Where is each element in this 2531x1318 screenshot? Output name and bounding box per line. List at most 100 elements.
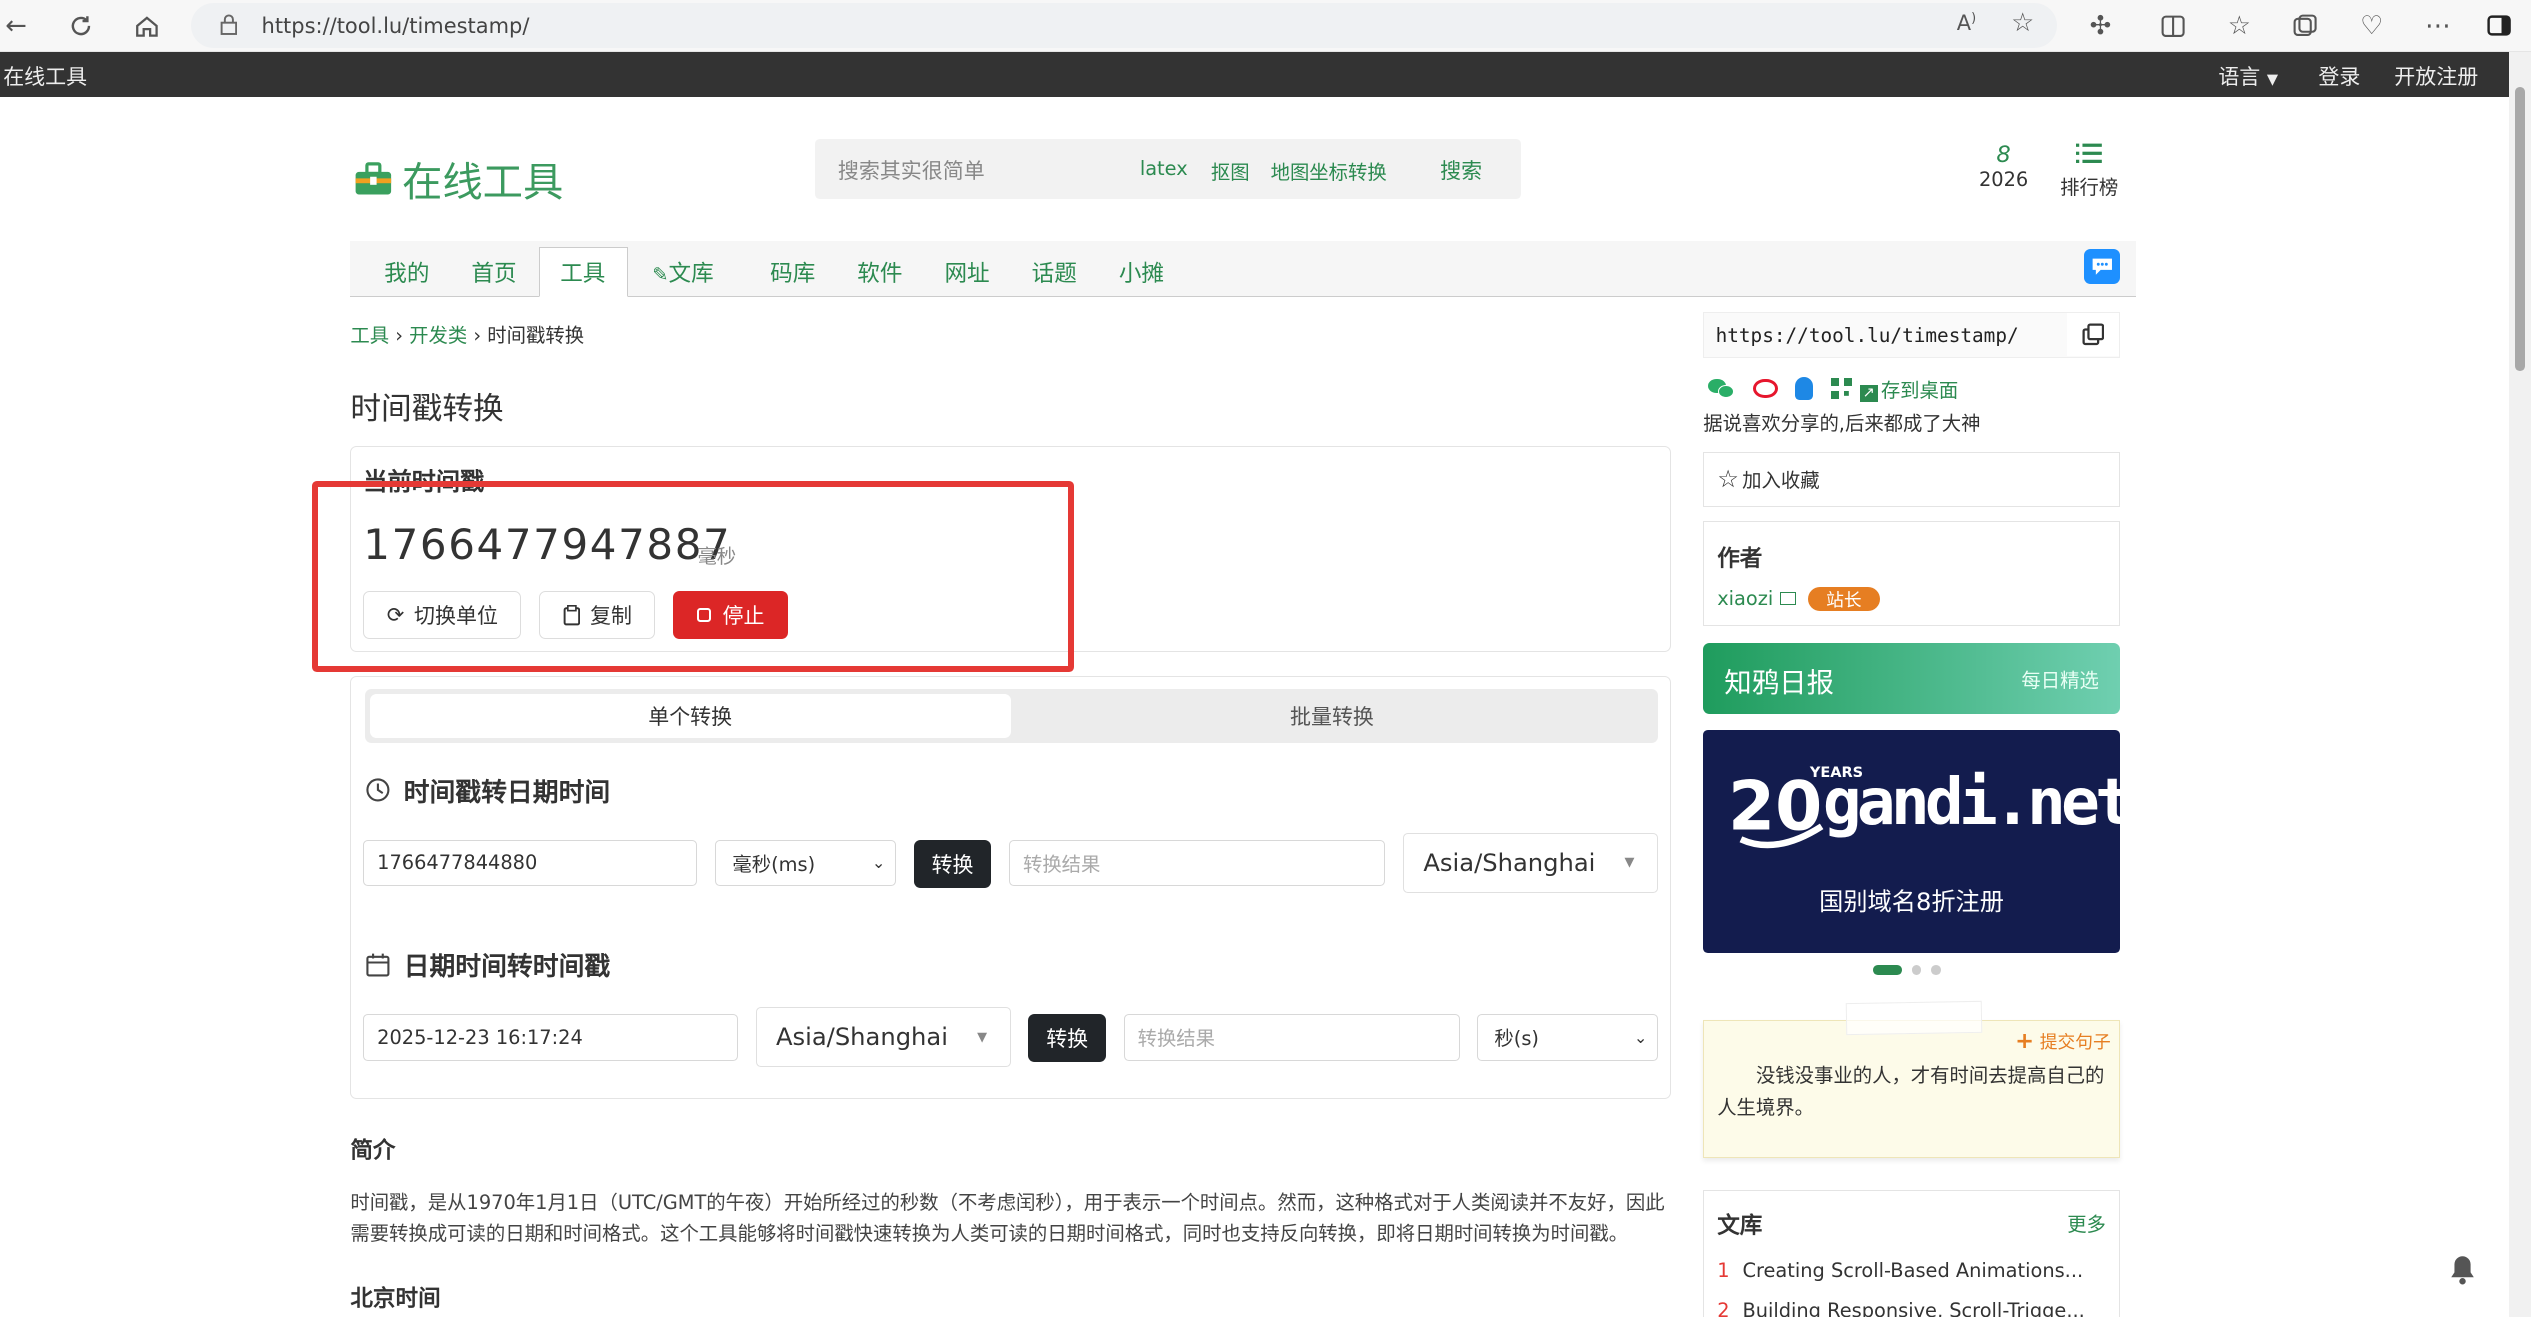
chat-icon[interactable] xyxy=(2084,248,2120,285)
date2ts-timezone-select[interactable]: Asia/Shanghai ▼ xyxy=(755,1007,1011,1068)
scrollbar-thumb[interactable] xyxy=(2515,87,2526,372)
search-button[interactable]: 搜索 xyxy=(1440,155,1482,185)
nav-tools[interactable]: 工具 xyxy=(560,255,605,288)
breadcrumb-tools[interactable]: 工具 xyxy=(350,324,389,347)
stop-button[interactable]: 停止 xyxy=(673,590,788,640)
beijing-title: 北京时间 xyxy=(350,1286,441,1313)
extensions-icon[interactable]: ✣ xyxy=(2078,3,2123,48)
carousel-dot[interactable] xyxy=(1930,965,1941,976)
nav-topics[interactable]: 话题 xyxy=(1032,255,1077,288)
mail-icon xyxy=(1779,592,1796,605)
search-box[interactable]: 搜索其实很简单 latex 抠图 地图坐标转换 搜索 xyxy=(815,138,1521,199)
star-outline-icon: ☆ xyxy=(1717,465,1739,494)
performance-icon[interactable]: ♡ xyxy=(2349,3,2394,48)
chevron-down-icon: ⌄ xyxy=(871,853,886,873)
login-link[interactable]: 登录 xyxy=(2318,61,2360,91)
topbar-site-link[interactable]: 在线工具 xyxy=(3,61,87,91)
qrcode-icon[interactable] xyxy=(1830,378,1852,400)
year-widget[interactable]: 8 2026 xyxy=(1973,142,2034,191)
breadcrumb-sep: › xyxy=(395,323,403,347)
split-screen-icon[interactable] xyxy=(2151,3,2196,48)
breadcrumb-dev[interactable]: 开发类 xyxy=(409,324,467,347)
copy-url-icon[interactable] xyxy=(2067,312,2119,357)
share-url-box: https://tool.lu/timestamp/ xyxy=(1703,311,2120,359)
date2ts-convert-button[interactable]: 转换 xyxy=(1028,1013,1106,1063)
nav-mine[interactable]: 我的 xyxy=(384,255,429,288)
intro-text: 时间戳，是从1970年1月1日（UTC/GMT的午夜）开始所经过的秒数（不考虑闰… xyxy=(350,1188,1674,1249)
url-text: https://tool.lu/timestamp/ xyxy=(261,13,530,38)
site-topbar: 在线工具 语言 ▼ 登录 开放注册 xyxy=(0,51,2531,97)
register-link[interactable]: 开放注册 xyxy=(2394,61,2478,91)
carousel-dot-active[interactable] xyxy=(1872,965,1902,976)
daily-title: 知鸦日报 xyxy=(1724,668,1835,700)
breadcrumb-current: 时间戳转换 xyxy=(487,323,585,347)
refresh-icon[interactable] xyxy=(58,3,103,48)
ad-banner[interactable]: 20 YEARS gandi.net 国别域名8折注册 xyxy=(1703,729,2134,953)
library-box: 文库 更多 1 Creating Scroll-Based Animations.… xyxy=(1703,1189,2120,1318)
chevron-down-icon: ⌄ xyxy=(1633,1027,1648,1047)
search-tag-map[interactable]: 地图坐标转换 xyxy=(1271,157,1387,185)
search-tag-latex[interactable]: latex xyxy=(1140,157,1188,180)
wechat-icon[interactable] xyxy=(1708,377,1735,400)
sidebar-toggle-icon[interactable] xyxy=(2477,3,2522,48)
search-tag-cutout[interactable]: 抠图 xyxy=(1211,157,1250,185)
site-logo[interactable]: 在线工具 xyxy=(354,149,563,208)
switch-unit-button[interactable]: ⟳ 切换单位 xyxy=(363,590,522,640)
read-aloud-icon[interactable]: A) xyxy=(1957,11,1976,35)
library-item[interactable]: 1 Creating Scroll-Based Animations... xyxy=(1717,1259,2083,1282)
home-icon[interactable] xyxy=(124,3,169,48)
page-scrollbar[interactable] xyxy=(2508,51,2531,1318)
nav-library[interactable]: ✎文库 xyxy=(652,255,713,288)
calendar-8-icon: 8 xyxy=(1996,142,2011,169)
favorites-icon[interactable]: ☆ xyxy=(2217,3,2262,48)
favorite-star-icon[interactable]: ☆ xyxy=(2011,8,2034,38)
notification-bell-icon[interactable] xyxy=(2448,1253,2477,1285)
library-more-link[interactable]: 更多 xyxy=(2067,1209,2106,1237)
timestamp-input[interactable]: 1766477844880 xyxy=(363,839,698,887)
quote-card: + 提交句子 没钱没事业的人，才有时间去提高自己的人生境界。 xyxy=(1703,1000,2120,1158)
nav-sites[interactable]: 网址 xyxy=(944,255,989,288)
tab-single[interactable]: 单个转换 xyxy=(369,694,1011,738)
caret-down-icon: ▼ xyxy=(2266,72,2279,89)
ad-brand: gandi.net xyxy=(1822,765,2134,841)
date2ts-unit-select[interactable]: 秒(s) ⌄ xyxy=(1477,1013,1659,1061)
nav-home[interactable]: 首页 xyxy=(471,255,516,288)
year-label: 2026 xyxy=(1978,168,2029,192)
tab-batch[interactable]: 批量转换 xyxy=(1011,694,1654,738)
intro-title: 简介 xyxy=(350,1137,396,1164)
save-desktop-link[interactable]: ↗ 存到桌面 xyxy=(1859,375,1958,403)
copy-button[interactable]: 复制 xyxy=(539,590,656,640)
quote-text: 没钱没事业的人，才有时间去提高自己的人生境界。 xyxy=(1717,1064,2105,1120)
qq-icon[interactable] xyxy=(1795,377,1814,400)
ts2date-result[interactable]: 转换结果 xyxy=(1009,839,1386,887)
ts2date-convert-button[interactable]: 转换 xyxy=(913,839,992,888)
nav-code[interactable]: 码库 xyxy=(770,255,815,288)
rank-widget[interactable]: 排行榜 xyxy=(2057,142,2122,200)
search-input[interactable]: 搜索其实很简单 xyxy=(838,155,985,185)
quill-icon: ✎ xyxy=(652,263,669,287)
ts-unit-select[interactable]: 毫秒(ms) ⌄ xyxy=(715,839,897,887)
more-menu-icon[interactable]: ⋯ xyxy=(2415,3,2460,48)
clipboard-icon xyxy=(563,604,580,625)
carousel-dot[interactable] xyxy=(1911,965,1922,976)
datetime-input[interactable]: 2025-12-23 16:17:24 xyxy=(363,1013,738,1061)
library-item[interactable]: 2 Building Responsive, Scroll-Trigge... xyxy=(1717,1299,2085,1317)
submit-quote-link[interactable]: + 提交句子 xyxy=(2015,1028,2111,1054)
collections-icon[interactable] xyxy=(2283,3,2328,48)
ts2date-timezone-select[interactable]: Asia/Shanghai ▼ xyxy=(1403,833,1659,893)
weibo-icon[interactable] xyxy=(1753,378,1778,399)
share-url-text: https://tool.lu/timestamp/ xyxy=(1715,323,2019,347)
address-bar[interactable]: https://tool.lu/timestamp/ A) ☆ xyxy=(190,3,2057,49)
language-menu[interactable]: 语言 ▼ xyxy=(2218,61,2278,91)
author-name[interactable]: xiaozi xyxy=(1717,587,1796,610)
daily-banner[interactable]: 知鸦日报 每日精选 xyxy=(1703,642,2120,714)
calendar-icon xyxy=(366,953,390,977)
author-box: 作者 xiaozi 站长 xyxy=(1703,521,2120,627)
external-link-icon: ↗ xyxy=(1859,384,1878,403)
nav-stall[interactable]: 小摊 xyxy=(1119,255,1164,288)
highlight-box xyxy=(311,481,1074,672)
add-favorite-button[interactable]: ☆ 加入收藏 xyxy=(1703,452,2120,507)
nav-software[interactable]: 软件 xyxy=(857,255,902,288)
date2ts-result[interactable]: 转换结果 xyxy=(1123,1013,1460,1061)
back-icon[interactable]: ← xyxy=(0,3,39,48)
